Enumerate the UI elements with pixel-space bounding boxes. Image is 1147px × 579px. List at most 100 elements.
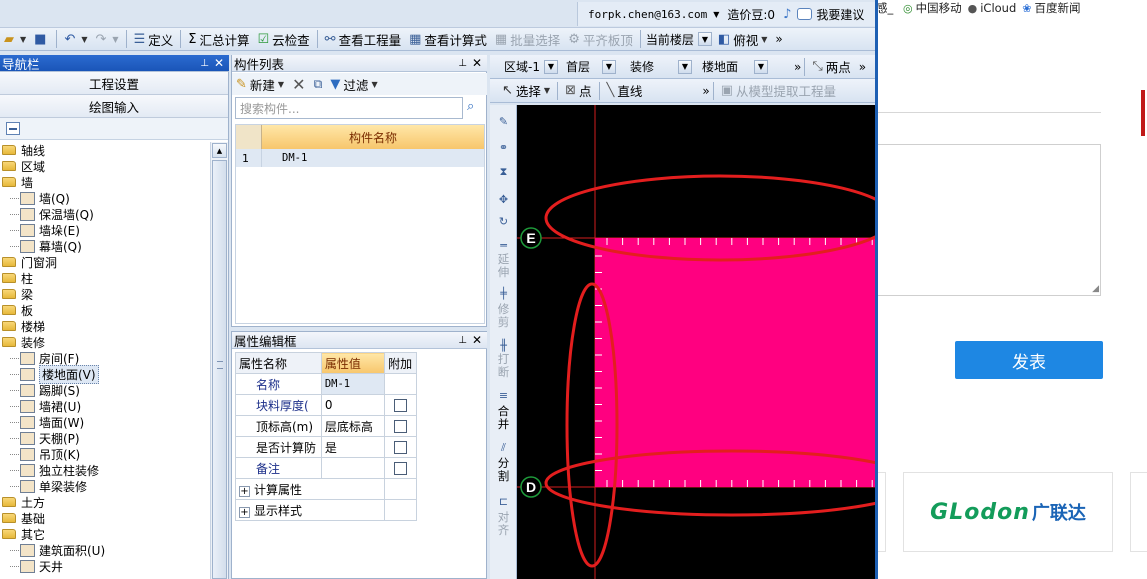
view-formula-button[interactable]: ▦ 查看计算式 xyxy=(405,28,491,50)
delete-icon[interactable]: ✕ xyxy=(288,73,309,95)
line-button[interactable]: ╲ 直线 xyxy=(603,80,647,102)
collapse-all-icon[interactable] xyxy=(6,122,20,135)
property-group[interactable]: + 计算属性 xyxy=(234,478,386,500)
tree-item[interactable]: 保温墙(Q) xyxy=(10,206,94,222)
redo-button[interactable]: ↷ ▼ xyxy=(92,28,123,50)
tree-item[interactable]: 区域 xyxy=(2,158,45,174)
trim-icon[interactable]: ╪ xyxy=(495,287,512,300)
chevron-down-icon[interactable]: ▼ xyxy=(713,10,719,19)
property-extra[interactable] xyxy=(384,436,417,458)
break-button[interactable]: 打断 xyxy=(496,353,511,379)
copy-icon[interactable]: ⚭ xyxy=(495,141,512,154)
align-icon[interactable]: ⊏ xyxy=(495,495,512,508)
batch-select-button[interactable]: ▦ 批量选择 xyxy=(491,28,564,50)
save-button[interactable]: ■ xyxy=(30,28,53,50)
chevron-down-icon[interactable]: ▼ xyxy=(677,59,692,74)
align-slab-top-button[interactable]: ⚙ 平齐板顶 xyxy=(564,28,637,50)
tree-item[interactable]: 独立柱装修 xyxy=(10,462,99,478)
align-button[interactable]: 对齐 xyxy=(496,511,511,537)
tree-item[interactable]: 轴线 xyxy=(2,142,45,158)
tree-item[interactable]: 天棚(P) xyxy=(10,430,80,446)
view-quantity-button[interactable]: ⚯ 查看工程量 xyxy=(321,28,405,50)
tree-item[interactable]: 墙 xyxy=(2,174,33,190)
pencil-icon[interactable]: ✎ xyxy=(495,115,512,128)
split-icon[interactable]: ⫽ xyxy=(495,441,512,455)
extract-quantity-button[interactable]: ▣ 从模型提取工程量 xyxy=(717,80,840,102)
tree-item[interactable]: 墙裙(U) xyxy=(10,398,81,414)
rotate-icon[interactable]: ↻ xyxy=(495,215,512,228)
tree-item[interactable]: 楼地面(V) xyxy=(10,364,99,384)
search-icon[interactable]: ⌕ xyxy=(467,99,483,115)
cloud-check-button[interactable]: ☑ 云检查 xyxy=(253,28,313,50)
tree-item[interactable]: 天井 xyxy=(10,558,63,574)
component-search-input[interactable]: 搜索构件... xyxy=(235,97,463,119)
bookmark-baidu-news[interactable]: ❀ 百度新闻 xyxy=(1022,0,1080,16)
tree-item[interactable]: 基础 xyxy=(2,510,45,526)
pin-icon[interactable]: ⊥ xyxy=(200,58,209,69)
glodon-ad-banner[interactable]: GLodon 广联达 xyxy=(903,472,1113,552)
toolbar-overflow-icon[interactable]: » xyxy=(702,84,709,98)
close-icon[interactable]: ✕ xyxy=(472,56,482,70)
chevron-down-icon[interactable]: ▼ xyxy=(601,59,616,74)
property-row[interactable]: 块料厚度( 0 xyxy=(235,394,417,416)
column-header-name[interactable]: 构件名称 xyxy=(262,125,484,149)
feedback-icon[interactable] xyxy=(797,8,813,20)
table-row[interactable]: 1 DM-1 xyxy=(236,149,484,167)
chevron-down-icon[interactable]: ▼ xyxy=(697,32,712,46)
move-icon[interactable]: ✥ xyxy=(495,193,512,206)
mirror-icon[interactable]: ⧗ xyxy=(495,165,512,179)
category-combo[interactable]: 装修 ▼ xyxy=(626,58,694,76)
bookmark-fragment[interactable]: 感_ xyxy=(875,0,897,16)
tree-item[interactable]: 建筑面积(U) xyxy=(10,542,105,558)
property-value[interactable]: DM-1 xyxy=(320,373,386,395)
scroll-up-icon[interactable]: ▲ xyxy=(212,143,227,158)
floor-combo[interactable]: 首层 ▼ xyxy=(562,58,618,76)
sum-calc-button[interactable]: Σ 汇总计算 xyxy=(184,28,253,50)
tree-item[interactable]: 墙面(W) xyxy=(10,414,84,430)
expand-icon[interactable]: + xyxy=(239,506,250,518)
property-row[interactable]: 名称 DM-1 xyxy=(235,373,417,395)
view-mode-button[interactable]: ◧ 俯视 ▼ xyxy=(714,28,771,50)
project-settings-button[interactable]: 工程设置 xyxy=(0,72,228,95)
tree-item[interactable]: 单梁装修 xyxy=(10,478,87,494)
checkbox[interactable] xyxy=(394,398,408,412)
new-component-button[interactable]: ✎ 新建 ▼ xyxy=(232,73,288,95)
toolbar-overflow-icon[interactable]: » xyxy=(775,32,782,46)
tree-item[interactable]: 幕墙(Q) xyxy=(10,238,82,254)
tree-item[interactable]: 梁 xyxy=(2,286,33,302)
tree-item[interactable]: 板 xyxy=(2,302,33,318)
merge-icon[interactable]: ≡ xyxy=(495,389,512,402)
split-button[interactable]: 分割 xyxy=(496,457,511,483)
extend-icon[interactable]: ═ xyxy=(495,239,512,252)
account-email[interactable]: forpk.chen@163.com xyxy=(588,8,707,21)
expand-icon[interactable]: + xyxy=(239,485,250,497)
bell-icon[interactable]: ♪ xyxy=(783,7,791,22)
merge-button[interactable]: 合并 xyxy=(496,405,511,431)
property-extra[interactable] xyxy=(384,394,417,416)
property-extra[interactable] xyxy=(384,457,417,479)
drawing-canvas[interactable]: ED xyxy=(517,105,875,579)
select-button[interactable]: ↖ 选择 ▼ xyxy=(498,80,554,102)
tree-item[interactable]: 吊顶(K) xyxy=(10,446,80,462)
bookmark-icloud[interactable]: ● iCloud xyxy=(968,1,1017,15)
comment-textarea[interactable]: ◢ xyxy=(877,144,1101,296)
property-row[interactable]: 备注 xyxy=(235,457,417,479)
property-value[interactable] xyxy=(320,457,386,479)
copy-icon[interactable]: ⧉ xyxy=(309,73,326,95)
property-value[interactable]: 层底标高 xyxy=(320,415,386,437)
chevron-down-icon[interactable]: ▼ xyxy=(753,59,768,74)
chevron-down-icon[interactable]: ▼ xyxy=(543,59,558,74)
drawing-input-button[interactable]: 绘图输入 xyxy=(0,95,228,118)
scrollbar-thumb[interactable] xyxy=(212,160,227,579)
checkbox[interactable] xyxy=(394,440,408,454)
component-type-combo[interactable]: 楼地面 ▼ xyxy=(698,58,770,76)
toolbar-overflow-icon[interactable]: » xyxy=(859,60,866,74)
pin-icon[interactable]: ⊥ xyxy=(458,58,467,69)
tree-item[interactable]: 门窗洞 xyxy=(2,254,57,270)
filter-button[interactable]: ▼ 过滤 ▼ xyxy=(326,73,381,95)
tree-item[interactable]: 其它 xyxy=(2,526,45,542)
property-row[interactable]: 顶标高(m) 层底标高 xyxy=(235,415,417,437)
pin-icon[interactable]: ⊥ xyxy=(458,335,467,346)
property-row[interactable]: 是否计算防 是 xyxy=(235,436,417,458)
bookmark-china-mobile[interactable]: ◎ 中国移动 xyxy=(903,0,962,16)
